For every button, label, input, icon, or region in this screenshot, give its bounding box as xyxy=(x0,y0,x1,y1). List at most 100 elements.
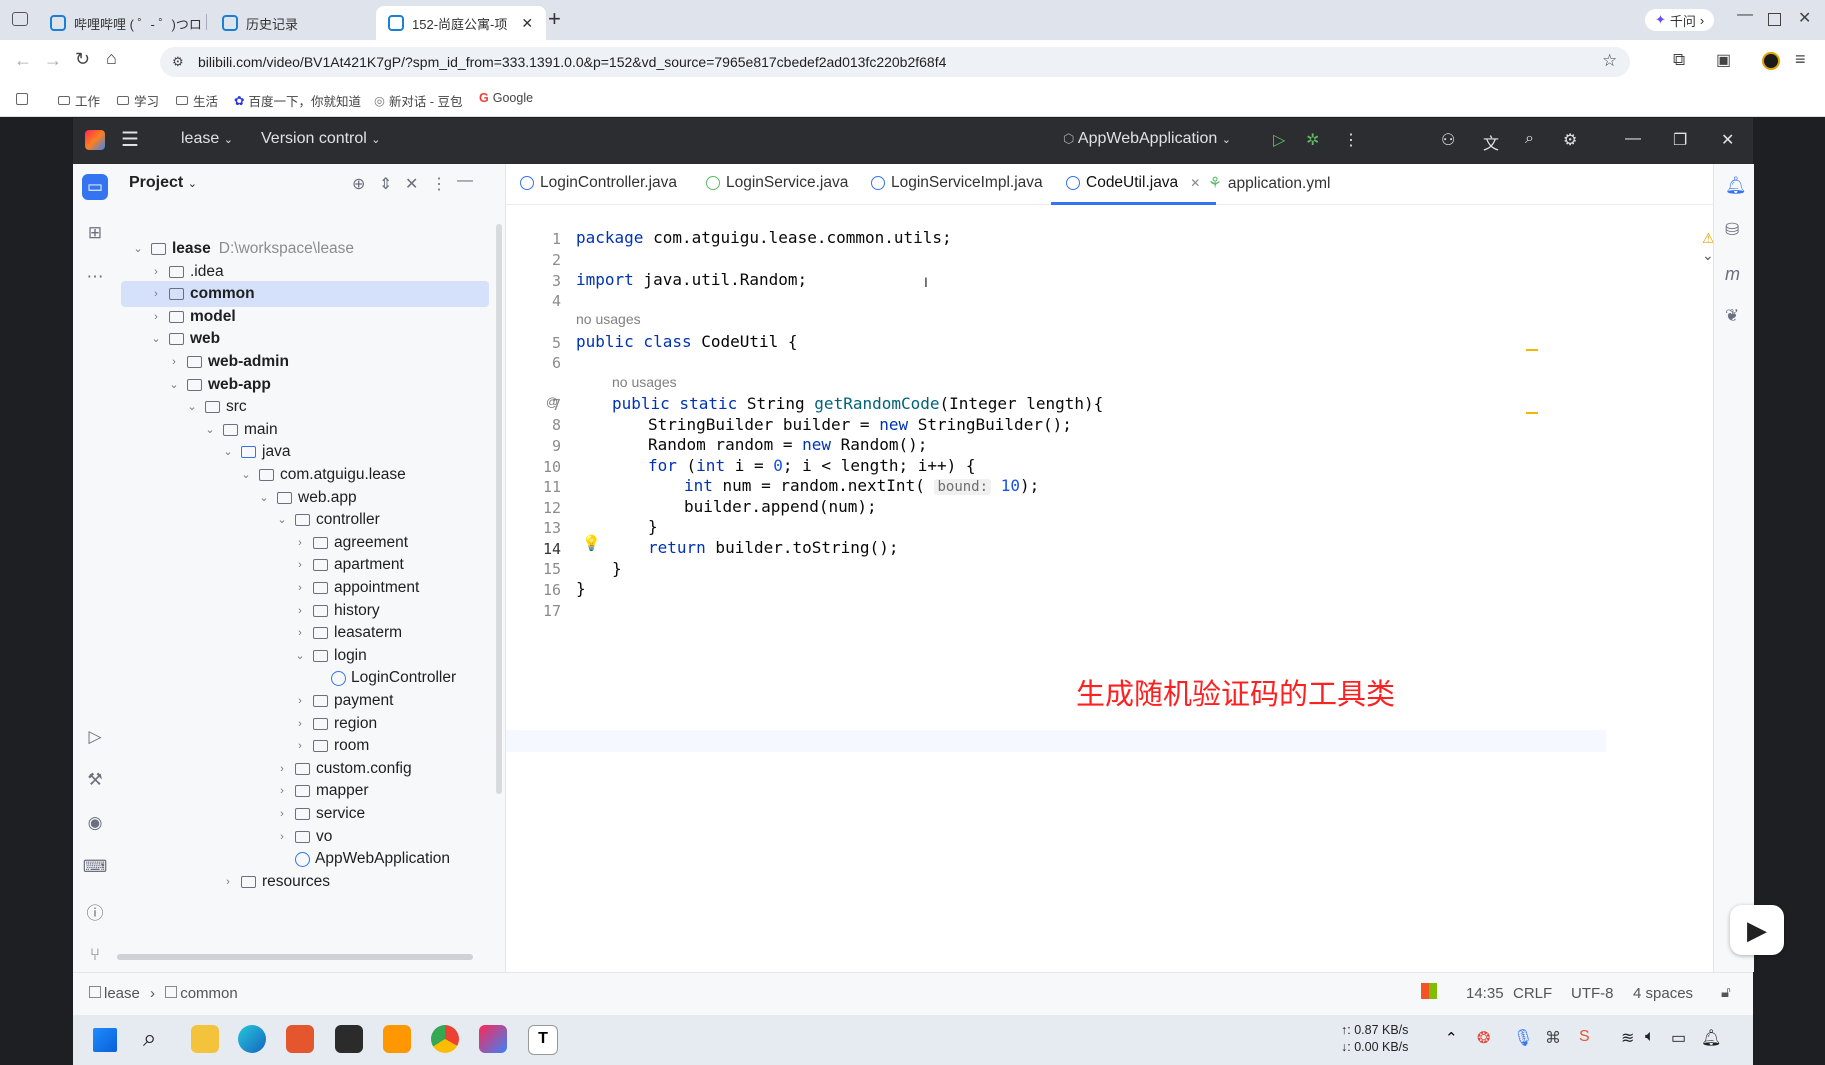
maximize-window-icon[interactable] xyxy=(1768,13,1781,26)
edge-icon[interactable] xyxy=(238,1025,266,1053)
more-tools-icon[interactable]: ⋯ xyxy=(82,264,108,290)
indent-setting[interactable]: 4 spaces xyxy=(1633,985,1693,1002)
code-line-5[interactable]: public class CodeUtil { xyxy=(576,332,798,351)
bookmark-work[interactable]: 工作 xyxy=(58,91,100,110)
play-button[interactable]: ▶ xyxy=(1730,905,1784,955)
bookmark-star-icon[interactable]: ☆ xyxy=(1602,51,1617,71)
caret-position[interactable]: 14:35 xyxy=(1466,985,1504,1002)
line-number[interactable]: 14 xyxy=(506,540,561,558)
line-number[interactable]: 1 xyxy=(506,230,561,248)
line-number[interactable]: 11 xyxy=(506,478,561,496)
chevron-down-icon[interactable]: ⌄ xyxy=(275,507,289,533)
app-orange-icon[interactable] xyxy=(286,1025,314,1053)
file-explorer-icon[interactable] xyxy=(191,1025,219,1053)
browser-tab-bilibili[interactable]: 哔哩哔哩 ( ゜- ゜)つロ xyxy=(40,6,210,40)
code-with-me-icon[interactable]: ⚇ xyxy=(1441,130,1455,150)
line-number[interactable]: 10 xyxy=(506,458,561,476)
usages-hint[interactable]: no usages xyxy=(576,311,641,327)
collapse-all-icon[interactable]: ✕ xyxy=(405,174,418,194)
database-icon[interactable]: ⛁ xyxy=(1725,220,1739,240)
maven-icon[interactable]: m xyxy=(1725,264,1740,285)
start-icon[interactable] xyxy=(93,1028,117,1052)
line-number[interactable]: 6 xyxy=(506,354,561,372)
project-switcher[interactable]: lease ⌄ xyxy=(181,130,233,148)
line-number[interactable]: 5 xyxy=(506,334,561,352)
vertical-scrollbar[interactable] xyxy=(496,224,502,794)
tray-s-icon[interactable]: S xyxy=(1579,1028,1590,1046)
close-tab-icon[interactable]: ✕ xyxy=(521,15,533,32)
site-info-icon[interactable]: ⚙ xyxy=(172,54,184,70)
ai-assistant-icon[interactable]: ❦ xyxy=(1725,306,1739,326)
bookmark-doubao[interactable]: ◎ 新对话 - 豆包 xyxy=(374,91,463,110)
vcs-menu[interactable]: Version control ⌄ xyxy=(261,130,381,148)
line-number[interactable]: 17 xyxy=(506,602,561,620)
code-line-1[interactable]: package com.atguigu.lease.common.utils; xyxy=(576,228,952,247)
input-method-icon[interactable]: ⌘ xyxy=(1545,1028,1561,1048)
microphone-icon[interactable]: 🎙︎ xyxy=(1513,1028,1533,1048)
bookmark-study[interactable]: 学习 xyxy=(117,91,159,110)
back-icon[interactable]: ← xyxy=(14,50,32,71)
project-tool-icon[interactable]: ▭ xyxy=(82,174,108,200)
editor-tab-login-controller[interactable]: LoginController.java xyxy=(520,174,677,192)
url-text[interactable]: bilibili.com/video/BV1At421K7gP/?spm_id_… xyxy=(198,54,946,70)
breadcrumb-item[interactable]: lease xyxy=(104,985,140,1002)
line-number[interactable]: 2 xyxy=(506,251,561,269)
chevron-down-icon[interactable]: ⌄ xyxy=(131,236,145,262)
chevron-down-icon[interactable]: ⌄ xyxy=(1702,247,1714,263)
services-tool-icon[interactable]: ◉ xyxy=(82,810,108,836)
settings-icon[interactable]: ⚙ xyxy=(1563,130,1577,150)
ide-restore-icon[interactable]: ❐ xyxy=(1673,130,1687,150)
line-number[interactable]: 8 xyxy=(506,416,561,434)
reload-icon[interactable]: ↻ xyxy=(75,49,90,70)
line-number[interactable]: 9 xyxy=(506,437,561,455)
battery-icon[interactable]: ▭ xyxy=(1671,1028,1686,1048)
chevron-down-icon[interactable]: ⌄ xyxy=(203,417,217,443)
browser-tab-video[interactable]: 152-尚庭公寓-项 ✕ xyxy=(376,6,546,40)
code-line-16[interactable]: } xyxy=(576,579,586,598)
terminal-icon[interactable] xyxy=(335,1025,363,1053)
hide-panel-icon[interactable]: — xyxy=(457,172,473,190)
editor-tab-application-yml[interactable]: ⚘ application.yml xyxy=(1208,174,1330,193)
more-actions-icon[interactable]: ⋮ xyxy=(1343,130,1359,150)
profile-avatar[interactable] xyxy=(1762,52,1780,70)
chevron-down-icon[interactable]: ⌄ xyxy=(239,462,253,488)
problems-tool-icon[interactable]: ⓘ xyxy=(82,898,108,924)
code-line-9[interactable]: Random random = new Random(); xyxy=(648,435,927,454)
close-tab-icon[interactable]: ✕ xyxy=(1190,176,1200,190)
code-line-14[interactable]: return builder.toString(); xyxy=(648,538,898,557)
line-separator[interactable]: CRLF xyxy=(1513,985,1552,1002)
code-line-13[interactable]: } xyxy=(648,517,658,536)
code-line-7[interactable]: public static String getRandomCode(Integ… xyxy=(612,394,1103,413)
options-icon[interactable]: ⋮ xyxy=(431,174,447,194)
chevron-down-icon[interactable]: ⌄ xyxy=(185,394,199,420)
breadcrumb-item[interactable]: common xyxy=(180,985,238,1002)
tray-app-icon[interactable]: ❂ xyxy=(1477,1028,1490,1048)
url-bar[interactable]: ⚙ bilibili.com/video/BV1At421K7gP/?spm_i… xyxy=(160,47,1630,77)
notification-bell-icon[interactable]: 🔔︎ xyxy=(1701,1028,1721,1048)
typora-icon[interactable]: T xyxy=(528,1025,558,1055)
line-number[interactable]: 15 xyxy=(506,560,561,578)
chevron-down-icon[interactable]: ⌄ xyxy=(149,326,163,352)
notifications-icon[interactable]: 🔔︎ xyxy=(1725,176,1747,196)
bookmark-life[interactable]: 生活 xyxy=(176,91,218,110)
line-number[interactable]: 3 xyxy=(506,272,561,290)
readonly-lock-icon[interactable]: 🔓︎ xyxy=(1721,984,1731,1001)
bookmark-baidu[interactable]: ✿ 百度一下，你就知道 xyxy=(234,91,361,110)
forward-icon[interactable]: → xyxy=(44,50,62,71)
home-icon[interactable]: ⌂ xyxy=(106,48,117,69)
tray-chevron-up-icon[interactable]: ⌃ xyxy=(1445,1029,1458,1047)
main-menu-icon[interactable]: ☰ xyxy=(121,127,139,152)
volume-icon[interactable]: 🔈︎ xyxy=(1645,1028,1655,1046)
code-line-12[interactable]: builder.append(num); xyxy=(684,497,877,516)
ide-minimize-icon[interactable]: — xyxy=(1625,130,1641,148)
close-window-icon[interactable]: ✕ xyxy=(1798,8,1811,28)
horizontal-scrollbar[interactable] xyxy=(117,954,473,960)
line-number[interactable]: 4 xyxy=(506,292,561,310)
minimize-window-icon[interactable]: — xyxy=(1737,6,1753,24)
bookmark-manager-icon[interactable] xyxy=(16,93,28,105)
run-config-selector[interactable]: ⬡ AppWebApplication ⌄ xyxy=(1063,130,1231,148)
browser-tab-history[interactable]: 历史记录 xyxy=(212,6,382,40)
expand-all-icon[interactable]: ⇕ xyxy=(379,174,392,194)
chevron-down-icon[interactable]: ⌄ xyxy=(257,485,271,511)
bookmark-google[interactable]: G Google xyxy=(479,91,533,105)
